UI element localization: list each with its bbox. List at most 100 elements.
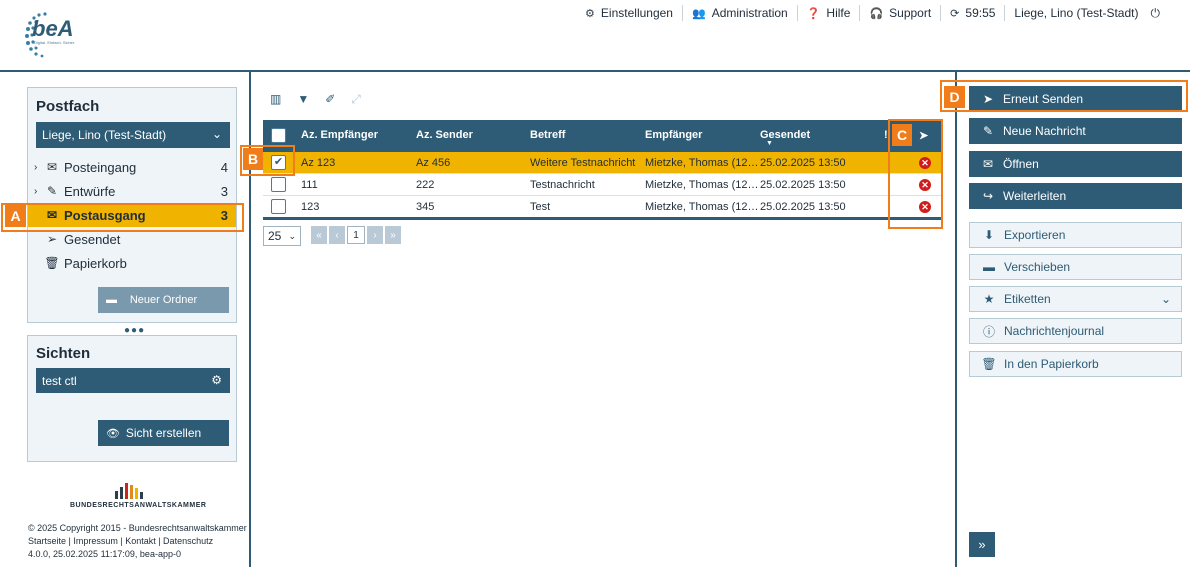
settings-link[interactable]: ⚙ Einstellungen: [576, 5, 683, 21]
table-toolbar: ▥ ▼ ✐ ⤢: [270, 92, 361, 107]
labels-button[interactable]: ★ Etiketten ⌄: [969, 286, 1182, 312]
forward-icon: ↪: [982, 189, 994, 203]
cell-az-sender: Az 456: [416, 157, 451, 169]
prev-page-button[interactable]: ‹: [329, 226, 345, 244]
headset-icon: 🎧: [869, 7, 884, 20]
col-empfaenger[interactable]: Empfänger: [645, 129, 702, 141]
forward-button[interactable]: ↪ Weiterleiten: [969, 183, 1182, 209]
last-page-button[interactable]: »: [385, 226, 401, 244]
pagination: « ‹ 1 › »: [311, 226, 401, 244]
session-timer[interactable]: ⟳ 59:55: [941, 5, 1006, 21]
new-folder-button[interactable]: ▬ Neuer Ordner: [98, 287, 229, 313]
postfach-title: Postfach: [36, 98, 100, 115]
cell-betreff: Testnachricht: [530, 179, 595, 191]
folder-entwuerfe[interactable]: › ✎ Entwürfe 3: [28, 179, 236, 203]
cell-gesendet: 25.02.2025 13:50: [760, 201, 846, 213]
filter-icon[interactable]: ▼: [297, 92, 309, 107]
account-select[interactable]: Liege, Lino (Test-Stadt) ⌄: [36, 122, 230, 148]
administration-link[interactable]: 👥 Administration: [683, 5, 798, 21]
eraser-icon[interactable]: ✐: [325, 92, 335, 107]
move-button[interactable]: ▬ Verschieben: [969, 254, 1182, 280]
top-navigation: ⚙ Einstellungen 👥 Administration ❓ Hilfe 🎧 S…: [576, 5, 1160, 21]
create-view-button[interactable]: 👁 Sicht erstellen: [98, 420, 229, 446]
footer-links[interactable]: Startseite | Impressum | Kontakt | Daten…: [28, 536, 213, 546]
page-size-select[interactable]: 25 ⌄: [263, 226, 301, 246]
support-label: Support: [889, 6, 932, 20]
draft-icon: ✎: [46, 184, 58, 198]
cell-empfaenger: Mietzke, Thomas (12…: [645, 157, 759, 169]
administration-label: Administration: [711, 6, 788, 20]
user-name: Liege, Lino (Test-Stadt): [1014, 6, 1139, 20]
row-checkbox[interactable]: [271, 199, 286, 214]
col-az-empfaenger[interactable]: Az. Empfänger: [301, 129, 378, 141]
marker-c-label: C: [892, 124, 912, 146]
row-checkbox[interactable]: [271, 177, 286, 192]
support-link[interactable]: 🎧 Support: [860, 5, 942, 21]
select-all-checkbox[interactable]: [271, 128, 286, 143]
help-icon: ❓: [806, 7, 821, 20]
marker-d-label: D: [944, 86, 965, 108]
pencil-icon: ✎: [982, 124, 994, 138]
refresh-icon: ⟳: [950, 7, 960, 20]
expand-icon[interactable]: ⤢: [351, 92, 361, 107]
cell-az-empfaenger: 111: [301, 179, 318, 191]
columns-icon[interactable]: ▥: [270, 92, 281, 107]
folder-icon: ▬: [106, 294, 117, 306]
create-view-label: Sicht erstellen: [125, 426, 202, 440]
folder-label: Gesendet: [64, 231, 121, 247]
logo-text: beA: [32, 16, 74, 41]
export-button[interactable]: ⬇ Exportieren: [969, 222, 1182, 248]
trash-icon: 🗑: [981, 357, 997, 371]
table-row[interactable]: 123 345 Test Mietzke, Thomas (12… 25.02.…: [263, 196, 942, 220]
marker-a-label: A: [5, 205, 26, 227]
move-label: Verschieben: [1004, 260, 1071, 274]
journal-button[interactable]: ⓘ Nachrichtenjournal: [969, 318, 1182, 344]
col-az-sender[interactable]: Az. Sender: [416, 129, 473, 141]
folder-label: Papierkorb: [64, 255, 127, 271]
chevron-right-icon[interactable]: ›: [34, 162, 44, 173]
col-betreff[interactable]: Betreff: [530, 129, 565, 141]
sort-desc-icon: ▼: [766, 140, 773, 147]
chevron-right-icon[interactable]: ›: [34, 186, 44, 197]
first-page-button[interactable]: «: [311, 226, 327, 244]
chevron-down-icon: ⌄: [211, 127, 222, 141]
user-account[interactable]: Liege, Lino (Test-Stadt) ⏻: [1005, 5, 1160, 21]
view-item-label: test ctl: [42, 373, 77, 388]
open-button[interactable]: ✉ Öffnen: [969, 151, 1182, 177]
trash-label: In den Papierkorb: [1004, 357, 1099, 371]
new-message-button[interactable]: ✎ Neue Nachricht: [969, 118, 1182, 144]
info-icon: ⓘ: [982, 324, 995, 339]
view-item-test-ctl[interactable]: test ctl ⚙: [36, 368, 230, 393]
marker-b-label: B: [243, 148, 263, 170]
table-row[interactable]: ✔ Az 123 Az 456 Weitere Testnachricht Mi…: [263, 152, 942, 174]
inbox-icon: ✉: [46, 160, 58, 174]
chevron-down-icon: ⌄: [288, 230, 296, 241]
folder-count: 3: [220, 183, 228, 199]
trash-button[interactable]: 🗑 In den Papierkorb: [969, 351, 1182, 377]
eye-icon: 👁: [106, 427, 120, 440]
cell-betreff: Weitere Testnachricht: [530, 157, 636, 169]
gear-icon[interactable]: ⚙: [211, 373, 222, 387]
new-folder-label: Neuer Ordner: [129, 294, 198, 306]
collapse-panel-button[interactable]: »: [969, 532, 995, 557]
users-icon: 👥: [691, 7, 706, 20]
folder-posteingang[interactable]: › ✉ Posteingang 4: [28, 155, 236, 179]
header: beA Digital. Einfach. Sicher. ⚙ Einstellu…: [0, 0, 1190, 72]
chevron-down-icon: ⌄: [1160, 292, 1171, 306]
table-row[interactable]: 111 222 Testnachricht Mietzke, Thomas (1…: [263, 174, 942, 196]
cell-az-sender: 345: [416, 201, 435, 213]
next-page-button[interactable]: ›: [367, 226, 383, 244]
trash-icon: 🗑: [44, 256, 60, 270]
folder-label: Posteingang: [64, 159, 137, 175]
marker-a-box: [1, 203, 244, 232]
help-link[interactable]: ❓ Hilfe: [798, 5, 861, 21]
labels-label: Etiketten: [1004, 292, 1051, 306]
cell-az-empfaenger: 123: [301, 201, 320, 213]
account-select-value: Liege, Lino (Test-Stadt): [42, 128, 167, 142]
sichten-panel: Sichten test ctl ⚙ 👁 Sicht erstellen: [27, 335, 237, 462]
current-page[interactable]: 1: [347, 226, 365, 244]
copyright-text: © 2025 Copyright 2015 - Bundesrechtsanwa…: [28, 523, 247, 533]
page-size-value: 25: [268, 229, 282, 243]
folder-papierkorb[interactable]: 🗑 Papierkorb: [28, 251, 236, 275]
power-icon[interactable]: ⏻: [1151, 6, 1161, 21]
